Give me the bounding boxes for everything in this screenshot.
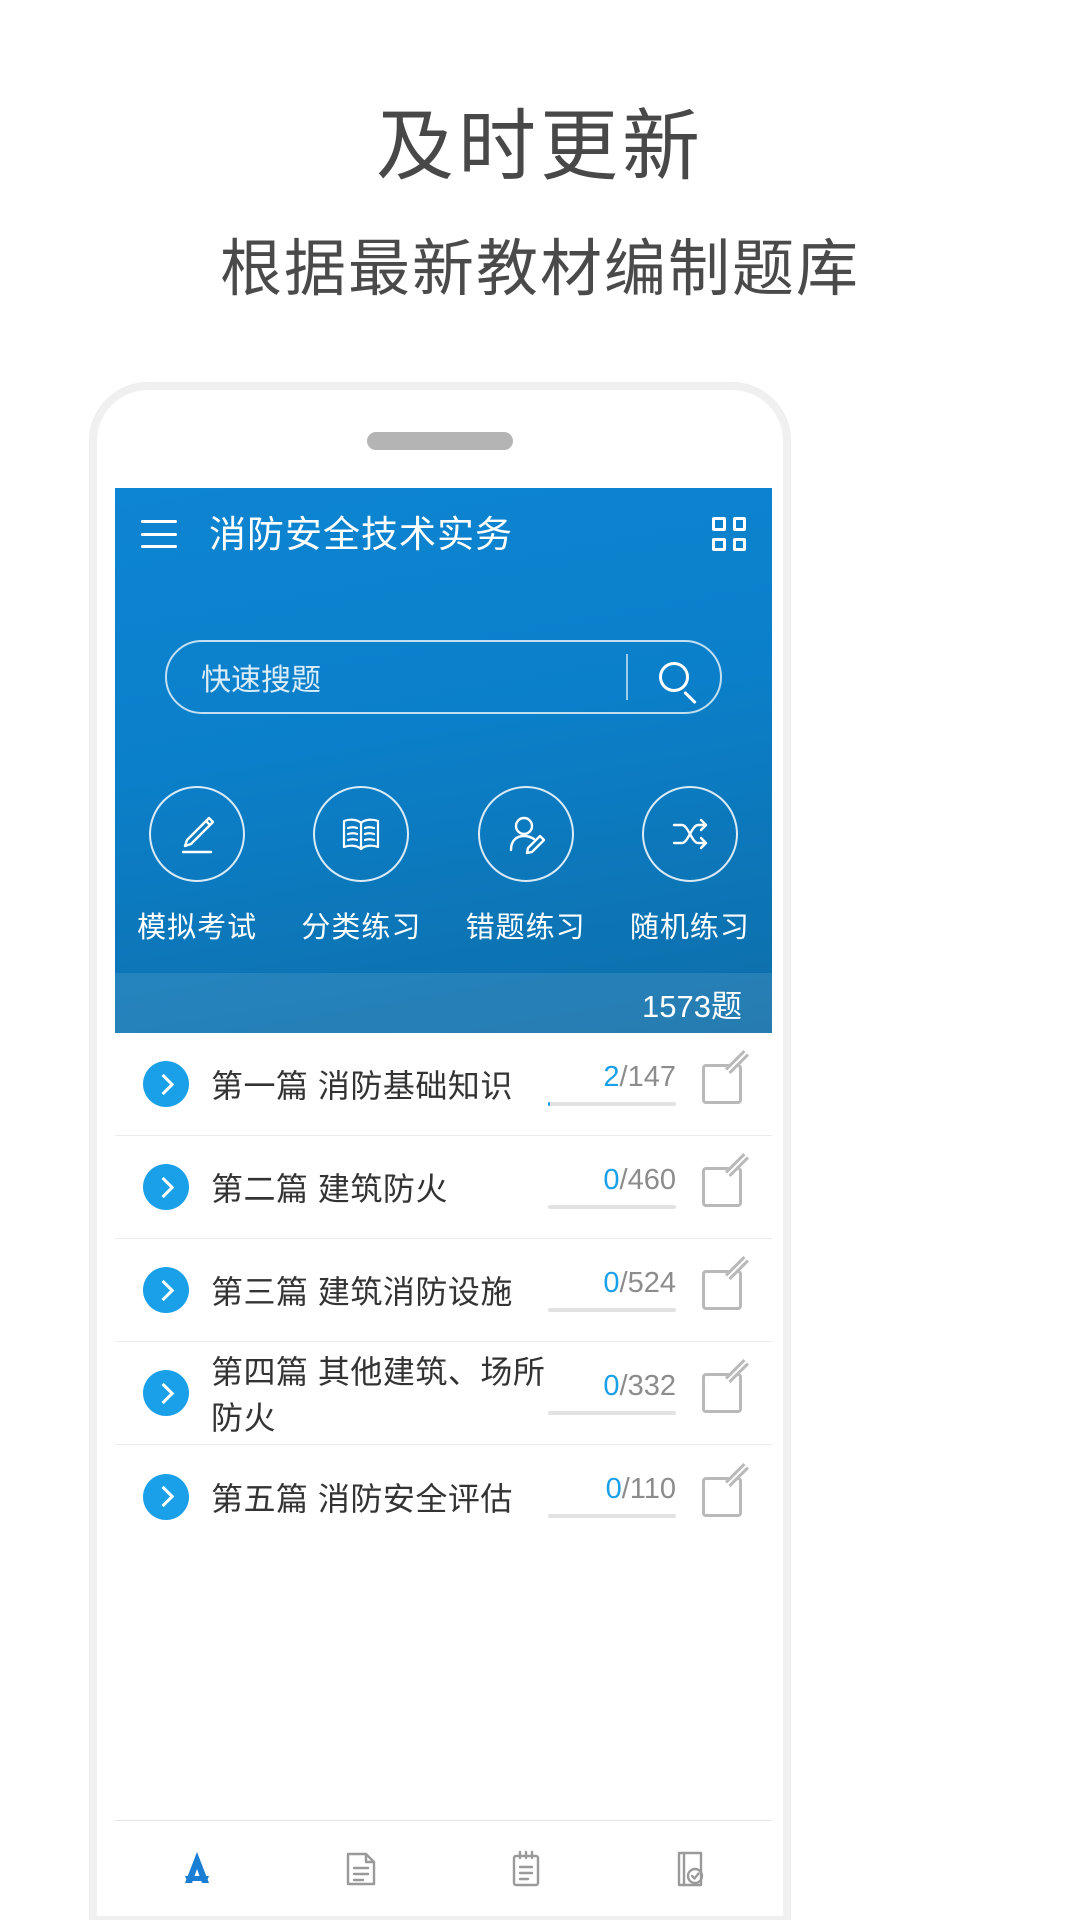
note-edit-icon[interactable] xyxy=(702,1255,750,1313)
phone-mockup: 消防安全技术实务 快速搜题 模拟考试 分类练习 错题练习 随机练习 1573题 … xyxy=(90,383,790,1920)
search-button[interactable] xyxy=(628,662,720,692)
search-icon xyxy=(659,662,689,692)
shuffle-icon xyxy=(641,786,738,882)
chevron-right-icon xyxy=(143,1164,189,1210)
chevron-right-icon xyxy=(143,1473,189,1520)
action-label: 模拟考试 xyxy=(137,912,258,944)
progress-track xyxy=(548,1410,676,1415)
table-row[interactable]: 第一篇 消防基础知识 2/147 xyxy=(115,1033,772,1136)
promo-subtitle: 根据最新教材编制题库 xyxy=(219,235,860,304)
page-title: 消防安全技术实务 xyxy=(209,513,513,555)
chapter-title: 第五篇 消防安全评估 xyxy=(211,1480,513,1517)
progress-total: 147 xyxy=(627,1060,676,1093)
book-check-icon xyxy=(677,1851,704,1886)
action-category-practice[interactable]: 分类练习 xyxy=(279,786,443,946)
tab-documents[interactable] xyxy=(279,1843,443,1895)
document-icon xyxy=(347,1852,376,1885)
chevron-right-icon xyxy=(143,1370,189,1416)
progress-track xyxy=(548,1101,676,1106)
action-row: 模拟考试 分类练习 错题练习 随机练习 xyxy=(115,786,772,946)
tab-book-check[interactable] xyxy=(608,1843,772,1895)
progress-total: 460 xyxy=(627,1163,676,1196)
hamburger-icon[interactable] xyxy=(141,520,177,548)
progress-fill xyxy=(548,1101,550,1106)
progress-done: 0 xyxy=(603,1163,620,1196)
app-screen: 消防安全技术实务 快速搜题 模拟考试 分类练习 错题练习 随机练习 1573题 … xyxy=(115,488,772,1916)
progress-track xyxy=(548,1307,676,1312)
chapter-progress: 0/460 xyxy=(548,1163,676,1209)
progress-total: 332 xyxy=(627,1369,676,1402)
action-random-practice[interactable]: 随机练习 xyxy=(608,786,772,946)
search-input[interactable]: 快速搜题 xyxy=(167,655,626,699)
chapter-progress: 0/524 xyxy=(548,1266,676,1312)
action-label: 随机练习 xyxy=(629,912,750,944)
phone-speaker xyxy=(367,432,513,450)
clipboard-icon xyxy=(512,1850,539,1886)
open-book-icon xyxy=(313,786,410,882)
progress-done: 0 xyxy=(603,1369,620,1402)
person-edit-icon xyxy=(477,786,574,882)
table-row[interactable]: 第二篇 建筑防火 0/460 xyxy=(115,1136,772,1239)
total-count-strip: 1573题 xyxy=(115,973,772,1033)
search-bar[interactable]: 快速搜题 xyxy=(165,640,722,714)
chapter-list: 第一篇 消防基础知识 2/147 第二篇 建筑防火 0/460 第三篇 建筑消防… xyxy=(115,1033,772,1548)
chapter-title: 第四篇 其他建筑、场所防火 xyxy=(211,1354,546,1436)
note-edit-icon[interactable] xyxy=(702,1358,750,1416)
chapter-progress: 0/110 xyxy=(548,1475,676,1518)
chevron-right-icon xyxy=(143,1061,189,1107)
chapter-progress: 2/147 xyxy=(548,1060,676,1106)
tab-clipboard[interactable] xyxy=(444,1843,608,1895)
grid-icon[interactable] xyxy=(712,517,746,551)
progress-done: 0 xyxy=(605,1473,622,1505)
promo-page: 及时更新 根据最新教材编制题库 消防安全技术实务 快速搜题 模拟考试 分类练习 … xyxy=(0,0,1080,1920)
app-hero: 消防安全技术实务 快速搜题 模拟考试 分类练习 错题练习 随机练习 1573题 xyxy=(115,488,772,1033)
promo-title: 及时更新 xyxy=(375,102,704,190)
progress-track xyxy=(548,1204,676,1209)
table-row[interactable]: 第三篇 建筑消防设施 0/524 xyxy=(115,1239,772,1342)
app-store-icon xyxy=(185,1851,210,1883)
app-header: 消防安全技术实务 xyxy=(115,488,772,580)
chapter-title: 第二篇 建筑防火 xyxy=(211,1171,448,1207)
progress-done: 2 xyxy=(603,1060,620,1093)
action-label: 分类练习 xyxy=(301,912,422,944)
progress-total: 524 xyxy=(627,1266,676,1299)
bottom-tab-bar xyxy=(115,1820,772,1916)
note-edit-icon[interactable] xyxy=(702,1462,750,1520)
chapter-progress: 0/332 xyxy=(548,1369,676,1415)
action-wrong-practice[interactable]: 错题练习 xyxy=(444,786,608,946)
progress-done: 0 xyxy=(603,1266,620,1299)
progress-total: 110 xyxy=(629,1473,676,1505)
table-row[interactable]: 第五篇 消防安全评估 0/110 xyxy=(115,1445,772,1548)
progress-track xyxy=(548,1514,676,1518)
tab-app-store[interactable] xyxy=(115,1843,279,1895)
note-edit-icon[interactable] xyxy=(702,1049,750,1107)
pen-write-icon xyxy=(149,786,246,882)
table-row[interactable]: 第四篇 其他建筑、场所防火 0/332 xyxy=(115,1342,772,1445)
action-label: 错题练习 xyxy=(465,912,586,944)
note-edit-icon[interactable] xyxy=(702,1152,750,1210)
chevron-right-icon xyxy=(143,1267,189,1313)
chapter-title: 第三篇 建筑消防设施 xyxy=(211,1274,513,1310)
total-count: 1573题 xyxy=(642,988,742,1024)
chapter-title: 第一篇 消防基础知识 xyxy=(211,1068,513,1104)
action-mock-exam[interactable]: 模拟考试 xyxy=(115,786,279,946)
